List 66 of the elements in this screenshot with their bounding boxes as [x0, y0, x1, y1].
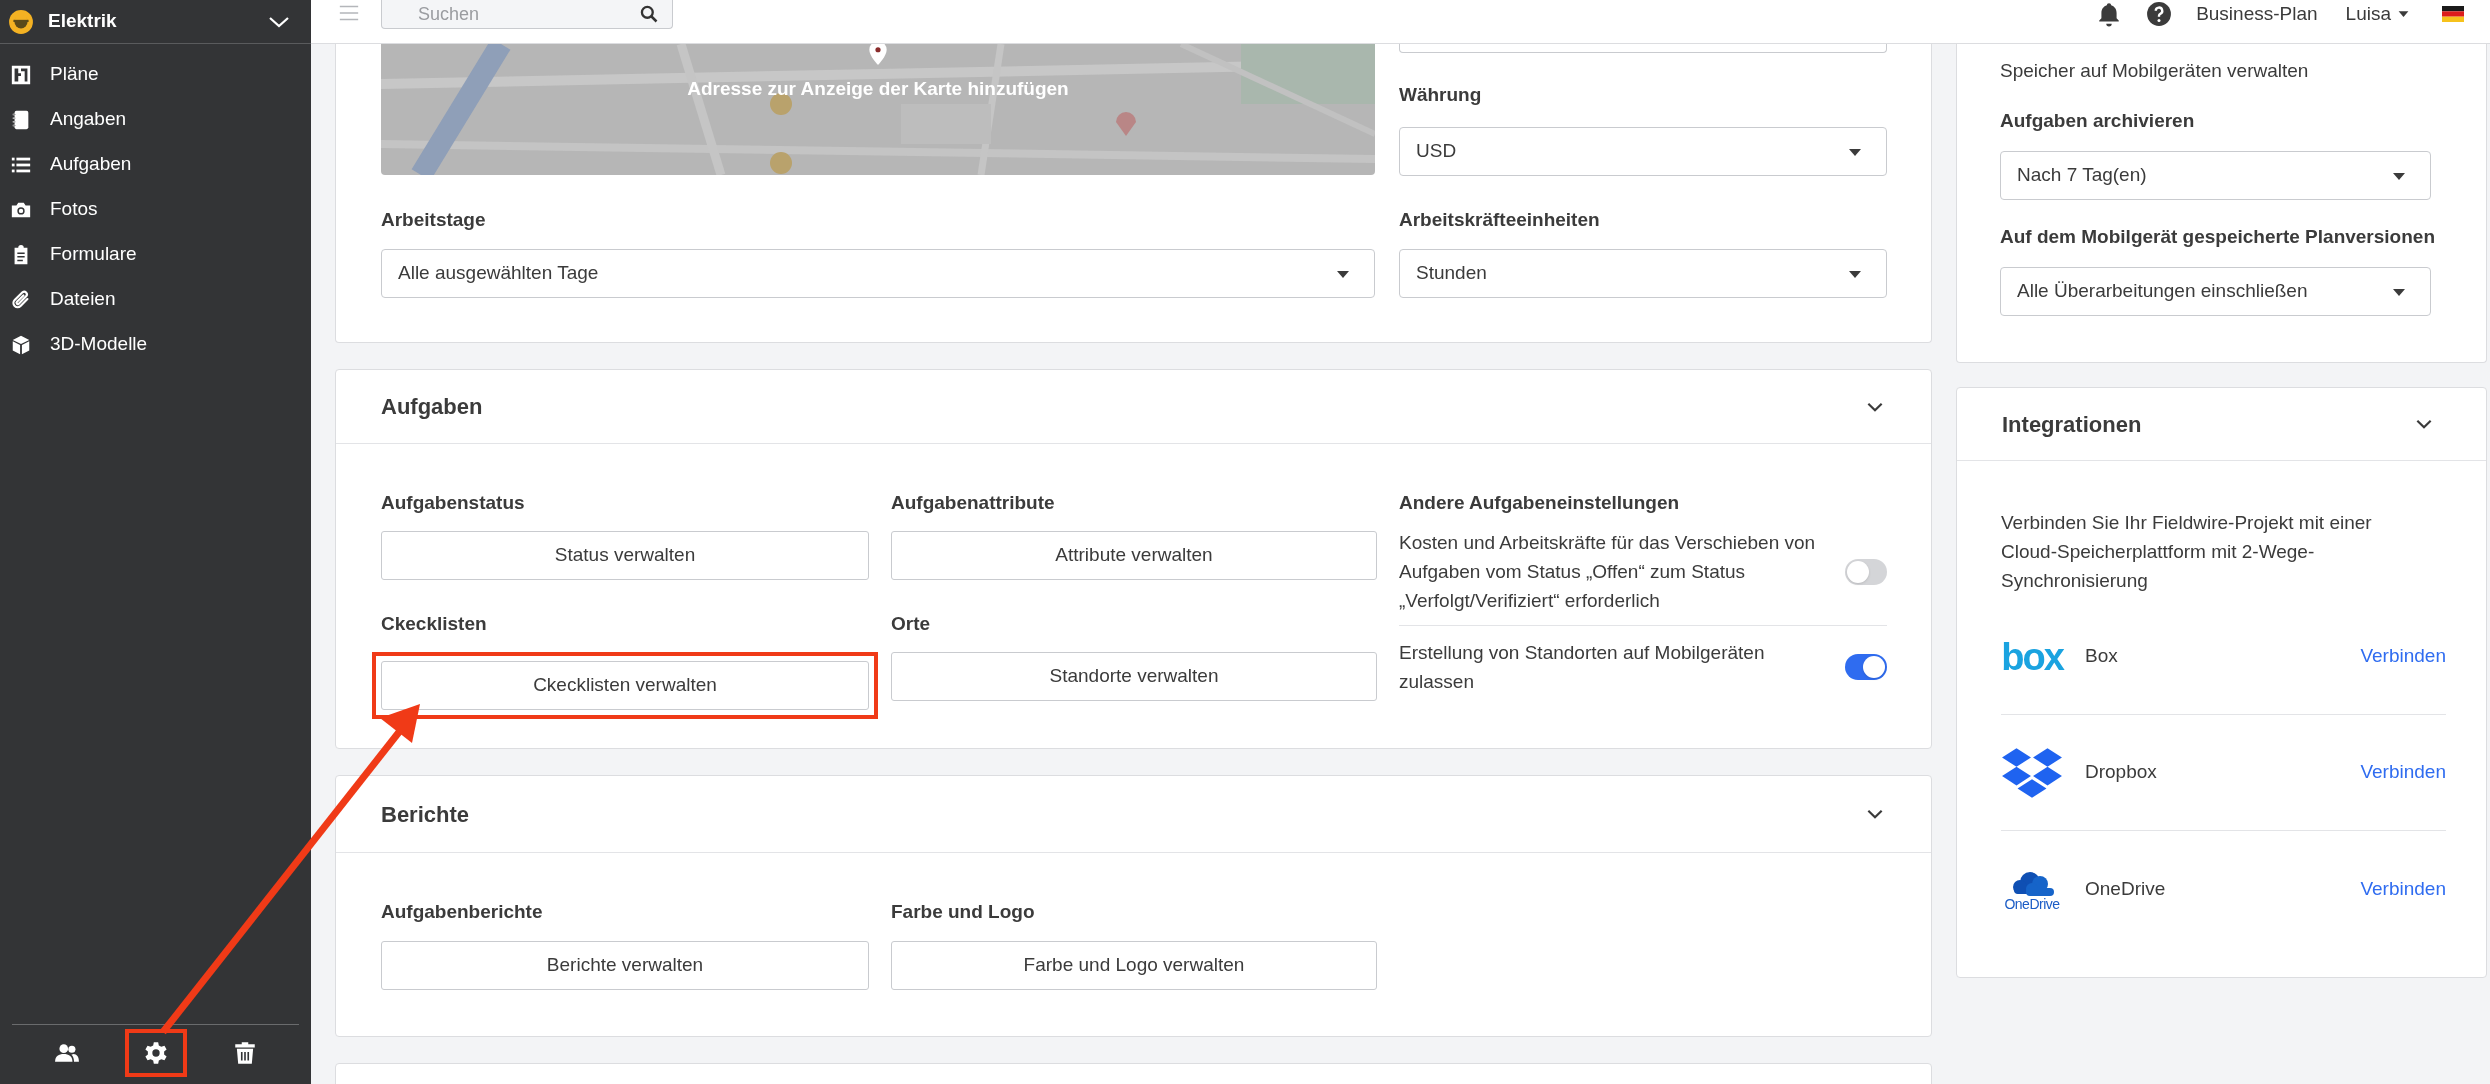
section-title: Integrationen [2002, 410, 2143, 439]
flag-icon[interactable] [2442, 6, 2464, 22]
dropdown[interactable]: Alle Überarbeitungen einschließen [2000, 267, 2431, 316]
service-name: OneDrive [2085, 876, 2167, 901]
connect-link[interactable]: Verbinden [2360, 874, 2446, 904]
cube-icon [10, 333, 32, 356]
sidebar-item[interactable]: Dateien [0, 277, 311, 322]
project-logo-icon [8, 8, 34, 35]
sidebar-item[interactable]: Pläne [0, 52, 311, 97]
caret-icon [1336, 268, 1350, 279]
sidebar-item[interactable]: Aufgaben [0, 142, 311, 187]
search-field[interactable]: Suchen [381, 0, 673, 29]
sidebar-item[interactable]: 3D-Modelle [0, 322, 311, 367]
user-menu[interactable]: Luisa [2345, 0, 2391, 29]
field-label: Währung [1399, 83, 1483, 107]
manage-button[interactable]: Standorte verwalten [891, 652, 1377, 701]
service-name: Box [2085, 644, 2119, 669]
field-label: Auf dem Mobilgerät gespeicherte Planversionen [2000, 225, 2436, 249]
connect-link[interactable]: Verbinden [2360, 758, 2446, 787]
section-title: Berichte [381, 800, 471, 829]
field-label: Arbeitskräfteeinheiten [1399, 208, 1601, 232]
sidebar-item[interactable]: Fotos [0, 187, 311, 232]
dropdown[interactable]: USD [1399, 127, 1887, 176]
dropdown[interactable]: Nach 7 Tag(en) [2000, 151, 2431, 200]
field-label: Andere Aufgabeneinstellungen [1399, 491, 1681, 515]
field-label: Ckecklisten [381, 612, 488, 636]
toggle-switch[interactable] [1845, 654, 1887, 680]
dropdown[interactable]: Alle ausgewählten Tage [381, 249, 1375, 298]
sidebar-item[interactable]: Angaben [0, 97, 311, 142]
sidebar-item[interactable]: Formulare [0, 232, 311, 277]
caret-icon [2392, 170, 2406, 181]
dropdown[interactable]: Stunden [1399, 249, 1887, 298]
project-name: Elektrik [48, 9, 118, 34]
field-label: Farbe und Logo [891, 900, 1036, 924]
help-icon[interactable] [2146, 1, 2173, 27]
caret-icon [2392, 286, 2406, 297]
setting-description: Erstellung von Standorten auf Mobilgeräten zulassen [1399, 641, 1766, 694]
field-label: Aufgabenberichte [381, 900, 544, 924]
dropbox-logo-icon [2001, 746, 2063, 799]
description-text: Verbinden Sie Ihr Fieldwire-Projekt mit einer Cloud-Speicherplattform mit 2-Wege-Synchronisierung [2001, 511, 2373, 593]
settings-icon[interactable] [142, 1039, 169, 1066]
manage-button[interactable]: Ckecklisten verwalten [381, 661, 869, 710]
plan-link[interactable]: Business-Plan [2196, 0, 2318, 29]
map-caption: Adresse zur Anzeige der Karte hinzufügen [687, 78, 1069, 99]
setting-description: Kosten und Arbeitskräfte für das Verschieben von Aufgaben vom Status „Offen“ zum Status „Verfolgt/Verifiziert“ erforderlich [1399, 531, 1817, 613]
field-label: Aufgaben archivieren [2000, 109, 2196, 133]
manage-button[interactable]: Farbe und Logo verwalten [891, 941, 1377, 990]
caret-icon [1848, 268, 1862, 279]
field-label: Arbeitstage [381, 208, 487, 232]
caret-icon [1848, 146, 1862, 157]
section-title: Aufgaben [381, 393, 484, 421]
plans-icon [10, 63, 32, 86]
toggle-switch[interactable] [1845, 558, 1887, 585]
field-label: Aufgabenattribute [891, 491, 1056, 515]
settings-text: Speicher auf Mobilgeräten verwalten [2000, 59, 2310, 83]
service-name: Dropbox [2085, 760, 2158, 785]
field-label: Aufgabenstatus [381, 491, 526, 515]
onedrive-logo-text: OneDrive [2004, 896, 2060, 912]
box-logo: box [2001, 637, 2063, 676]
search-icon[interactable] [639, 4, 659, 24]
manage-button[interactable]: Berichte verwalten [381, 941, 869, 990]
manage-button[interactable]: Status verwalten [381, 531, 869, 580]
connect-link[interactable]: Verbinden [2360, 642, 2446, 671]
field-label: Orte [891, 612, 932, 636]
manage-button[interactable]: Attribute verwalten [891, 531, 1377, 580]
text-field[interactable] [1399, 44, 1887, 53]
